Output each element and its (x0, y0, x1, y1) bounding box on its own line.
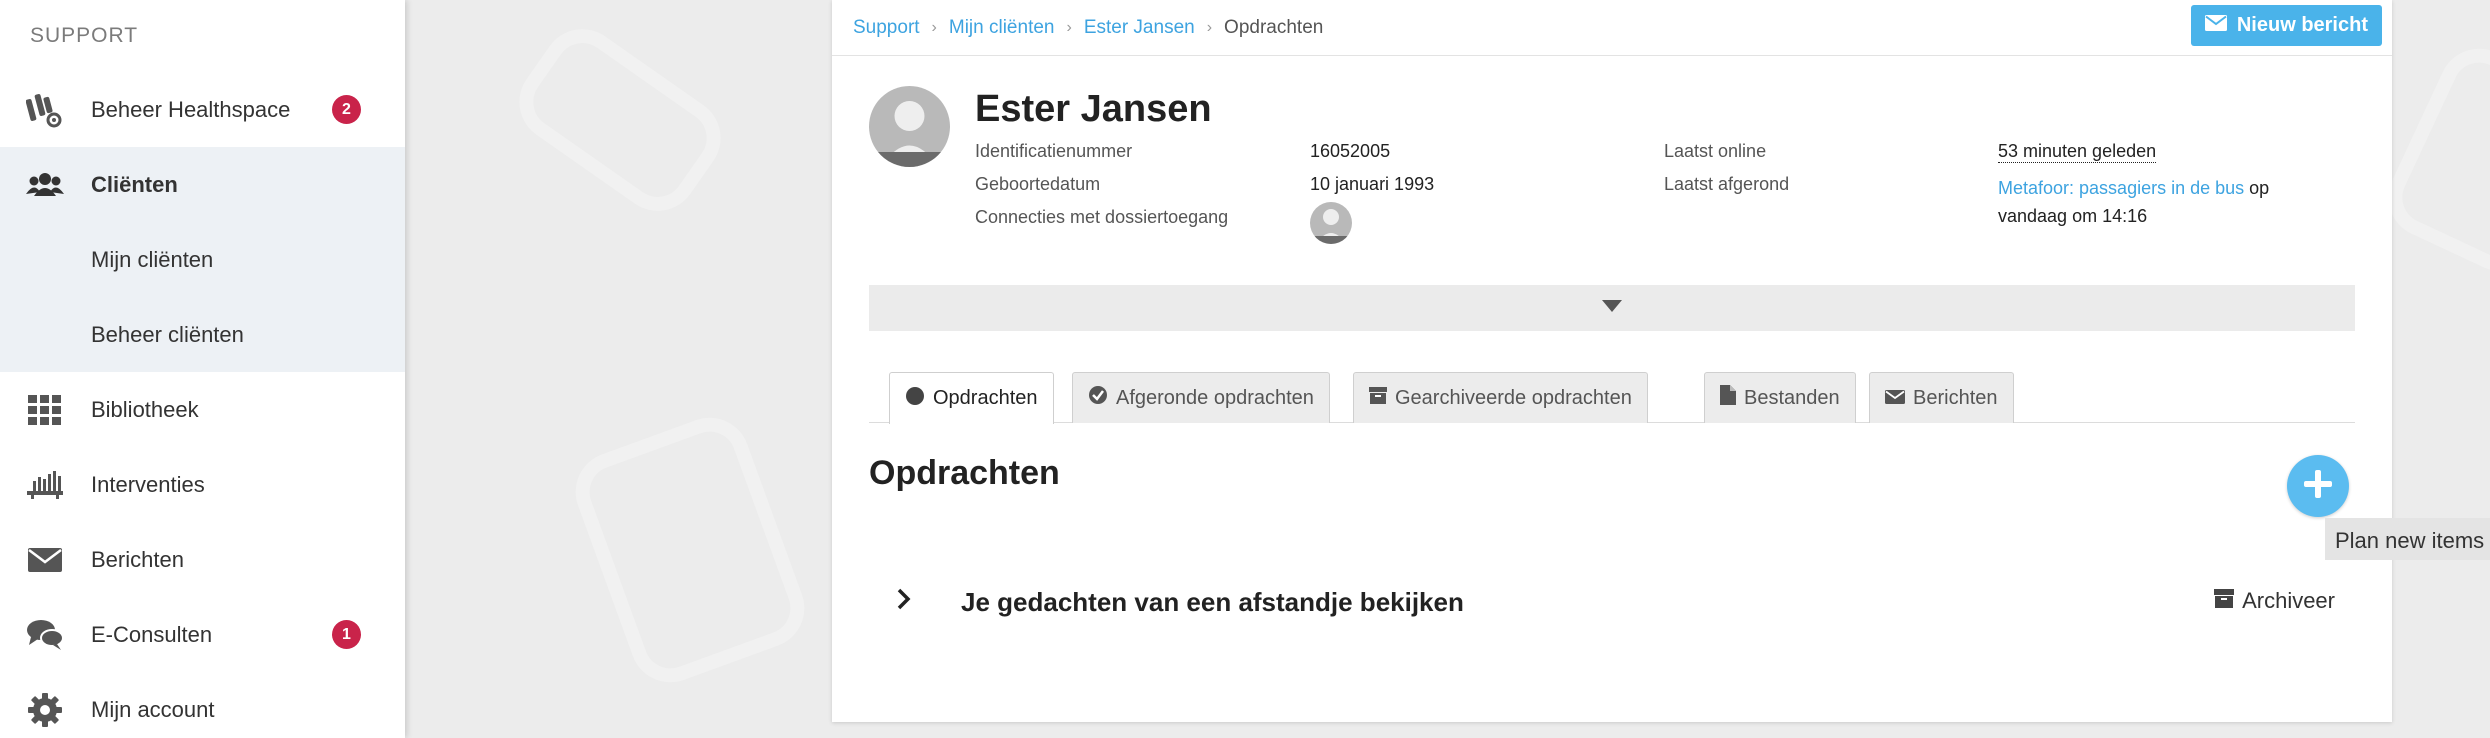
connections-label: Connecties met dossiertoegang (975, 207, 1229, 227)
sidebar-item-berichten[interactable]: Berichten (0, 522, 405, 597)
profile-expand-toggle[interactable] (869, 285, 2355, 331)
sidebar-submenu: Mijn cliënten Beheer cliënten (0, 222, 405, 372)
chevron-right-icon: › (1206, 19, 1213, 36)
tab-label: Afgeronde opdrachten (1116, 386, 1314, 409)
top-bar: Support › Mijn cliënten › Ester Jansen ›… (832, 0, 2392, 56)
archive-icon (2214, 588, 2235, 614)
last-completed-link[interactable]: Metafoor: passagiers in de bus (1998, 178, 2244, 198)
check-circle-icon (1088, 385, 1108, 411)
dob-label: Geboortedatum (975, 174, 1101, 194)
tab-opdrachten[interactable]: Opdrachten (889, 372, 1054, 424)
sidebar-item-mijn-account[interactable]: Mijn account (0, 672, 405, 738)
main-panel: Support › Mijn cliënten › Ester Jansen ›… (832, 0, 2392, 722)
envelope-icon (1885, 387, 1905, 410)
avatar (869, 86, 950, 167)
users-icon (26, 166, 64, 204)
healthspace-settings-icon (26, 91, 64, 129)
last-online-label: Laatst online (1664, 141, 1767, 161)
background-pattern (503, 13, 737, 227)
sidebar-item-label: E-Consulten (91, 621, 213, 647)
new-message-button[interactable]: Nieuw bericht (2190, 5, 2382, 46)
sidebar-item-mijn-clienten[interactable]: Mijn cliënten (0, 222, 405, 297)
interventions-icon (26, 466, 64, 504)
sidebar-header: SUPPORT (30, 24, 139, 47)
caret-down-icon (1602, 299, 1622, 317)
sidebar-item-label: Mijn cliënten (91, 246, 214, 272)
tab-label: Berichten (1913, 386, 1998, 409)
client-name: Ester Jansen (975, 88, 1212, 130)
sidebar-item-bibliotheek[interactable]: Bibliotheek (0, 372, 405, 447)
tab-afgeronde-opdrachten[interactable]: Afgeronde opdrachten (1072, 372, 1330, 423)
circle-icon (905, 386, 925, 412)
last-completed-time: vandaag om 14:16 (1998, 206, 2148, 226)
envelope-icon (2204, 14, 2227, 37)
archive-icon (1369, 386, 1387, 410)
last-completed-suffix: op (2244, 178, 2270, 198)
dob-value: 10 januari 1993 (1310, 174, 1435, 194)
sidebar-item-beheer-healthspace[interactable]: Beheer Healthspace 2 (0, 72, 405, 147)
id-value: 16052005 (1310, 141, 1391, 161)
sidebar-item-beheer-clienten[interactable]: Beheer cliënten (0, 297, 405, 372)
last-completed-value: Metafoor: passagiers in de bus op vandaa… (1998, 174, 2358, 230)
sidebar-item-interventies[interactable]: Interventies (0, 447, 405, 522)
breadcrumb-current: Opdrachten (1224, 17, 1324, 38)
sidebar-item-label: Beheer Healthspace (91, 96, 291, 122)
breadcrumb: Support › Mijn cliënten › Ester Jansen ›… (853, 17, 1323, 39)
task-row[interactable]: Je gedachten van een afstandje bekijken … (869, 570, 2355, 630)
plus-icon (2304, 469, 2332, 503)
chat-bubbles-icon (26, 616, 64, 654)
last-completed-label: Laatst afgerond (1664, 174, 1790, 194)
tab-bar: Opdrachten Afgeronde opdrachten Gearchiv… (869, 372, 2355, 424)
breadcrumb-link-mijn-clienten[interactable]: Mijn cliënten (949, 17, 1055, 39)
sidebar-item-label: Mijn account (91, 696, 215, 722)
sidebar-item-label: Interventies (91, 471, 205, 497)
chevron-right-icon: › (1066, 19, 1072, 36)
chevron-right-icon: › (931, 19, 937, 36)
sidebar-item-e-consulten[interactable]: E-Consulten 1 (0, 597, 405, 672)
add-item-button[interactable] (2287, 455, 2349, 517)
tab-label: Opdrachten (933, 387, 1038, 409)
gear-icon (26, 691, 64, 729)
sidebar-item-label: Beheer cliënten (91, 321, 244, 347)
archive-label: Archiveer (2242, 588, 2335, 613)
sidebar: SUPPORT Beheer Healthspace 2 Cliënten Mi… (0, 0, 405, 738)
breadcrumb-link-client[interactable]: Ester Jansen (1084, 17, 1195, 39)
breadcrumb-link-support[interactable]: Support (853, 17, 920, 39)
archive-button[interactable]: Archiveer (2214, 588, 2335, 614)
sidebar-item-label: Cliënten (91, 171, 178, 197)
tab-label: Gearchiveerde opdrachten (1395, 386, 1632, 409)
background-pattern (564, 406, 816, 694)
notification-badge: 2 (332, 95, 361, 124)
tab-bestanden[interactable]: Bestanden (1704, 372, 1856, 423)
connection-avatar[interactable] (1310, 202, 1352, 244)
last-online-value: 53 minuten geleden (1998, 141, 2157, 163)
task-title: Je gedachten van een afstandje bekijken (961, 587, 1464, 617)
new-message-label: Nieuw bericht (2236, 14, 2368, 36)
chevron-right-icon[interactable] (897, 588, 911, 615)
envelope-icon (26, 541, 64, 579)
id-label: Identificatienummer (975, 141, 1133, 161)
file-icon (1720, 385, 1736, 411)
sidebar-item-label: Berichten (91, 546, 184, 572)
tab-berichten[interactable]: Berichten (1869, 372, 2014, 423)
grid-icon (26, 391, 64, 429)
tab-gearchiveerde-opdrachten[interactable]: Gearchiveerde opdrachten (1353, 372, 1648, 423)
section-title: Opdrachten (869, 454, 1060, 492)
background-pattern (2375, 35, 2490, 285)
add-item-tooltip: Plan new items (2325, 518, 2490, 560)
tab-label: Bestanden (1744, 386, 1840, 409)
sidebar-item-label: Bibliotheek (91, 396, 199, 422)
sidebar-item-clienten[interactable]: Cliënten (0, 147, 405, 222)
client-profile: Ester Jansen Identificatienummer 1605200… (832, 56, 2392, 286)
notification-badge: 1 (332, 620, 361, 649)
